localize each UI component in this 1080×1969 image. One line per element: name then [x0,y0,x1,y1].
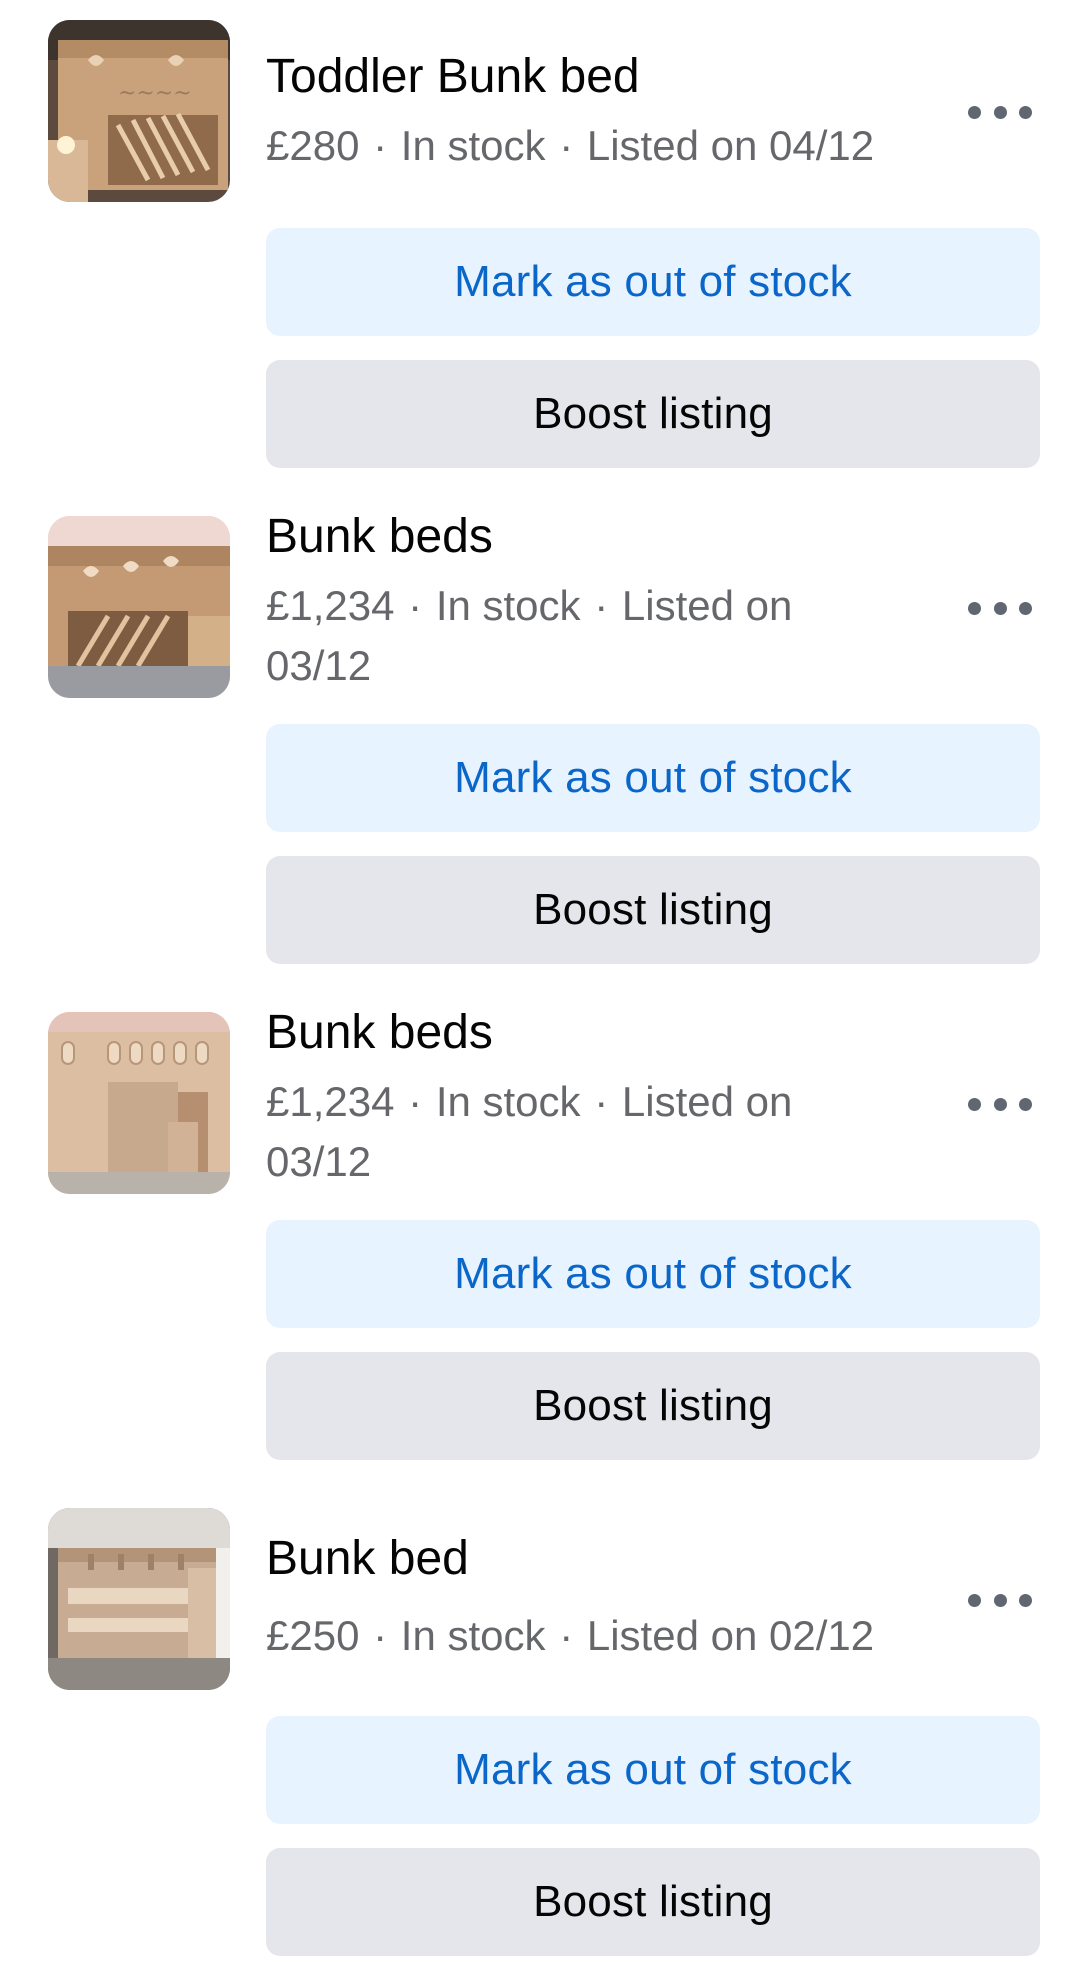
separator: · [373,1612,388,1659]
stock-status: In stock [435,582,581,629]
listing-title[interactable]: Bunk beds [266,1004,493,1062]
stock-status: In stock [400,122,546,169]
listing-meta: £250 · In stock · Listed on 02/12 [266,1606,886,1666]
mark-out-of-stock-button[interactable]: Mark as out of stock [266,724,1040,832]
listing-meta: £280 · In stock · Listed on 04/12 [266,116,886,176]
boost-listing-button[interactable]: Boost listing [266,1352,1040,1460]
separator: · [594,1078,609,1125]
separator: · [408,582,423,629]
listing-meta: £1,234 · In stock · Listed on 03/12 [266,576,886,696]
listing-price: £1,234 [266,1078,395,1125]
listing-thumbnail[interactable] [48,1012,230,1194]
stock-status: In stock [400,1612,546,1659]
separator: · [559,1612,574,1659]
more-options-icon[interactable] [968,1084,1032,1124]
listing-meta: £1,234 · In stock · Listed on 03/12 [266,1072,886,1192]
listing-price: £1,234 [266,582,395,629]
mark-out-of-stock-button[interactable]: Mark as out of stock [266,228,1040,336]
listing-title[interactable]: Bunk beds [266,508,493,566]
more-options-icon[interactable] [968,92,1032,132]
stock-status: In stock [435,1078,581,1125]
separator: · [559,122,574,169]
listing-thumbnail[interactable] [48,516,230,698]
bunk-bed-photo [48,1508,230,1690]
mark-out-of-stock-button[interactable]: Mark as out of stock [266,1220,1040,1328]
bunk-beds-photo [48,1012,230,1194]
listed-date: Listed on 04/12 [586,122,875,169]
listing-title[interactable]: Toddler Bunk bed [266,48,640,106]
separator: · [373,122,388,169]
listing-thumbnail[interactable] [48,1508,230,1690]
svg-text:~~~~: ~~~~ [118,81,192,106]
listing-price: £250 [266,1612,360,1659]
mark-out-of-stock-button[interactable]: Mark as out of stock [266,1716,1040,1824]
more-options-icon[interactable] [968,588,1032,628]
bunk-beds-photo [48,516,230,698]
listing-thumbnail[interactable]: ~~~~ [48,20,230,202]
more-options-icon[interactable] [968,1580,1032,1620]
toddler-bunk-bed-photo: ~~~~ [48,20,230,202]
boost-listing-button[interactable]: Boost listing [266,360,1040,468]
listing-price: £280 [266,122,360,169]
boost-listing-button[interactable]: Boost listing [266,1848,1040,1956]
boost-listing-button[interactable]: Boost listing [266,856,1040,964]
listed-date: Listed on 02/12 [586,1612,875,1659]
listing-title[interactable]: Bunk bed [266,1530,469,1588]
separator: · [594,582,609,629]
separator: · [408,1078,423,1125]
